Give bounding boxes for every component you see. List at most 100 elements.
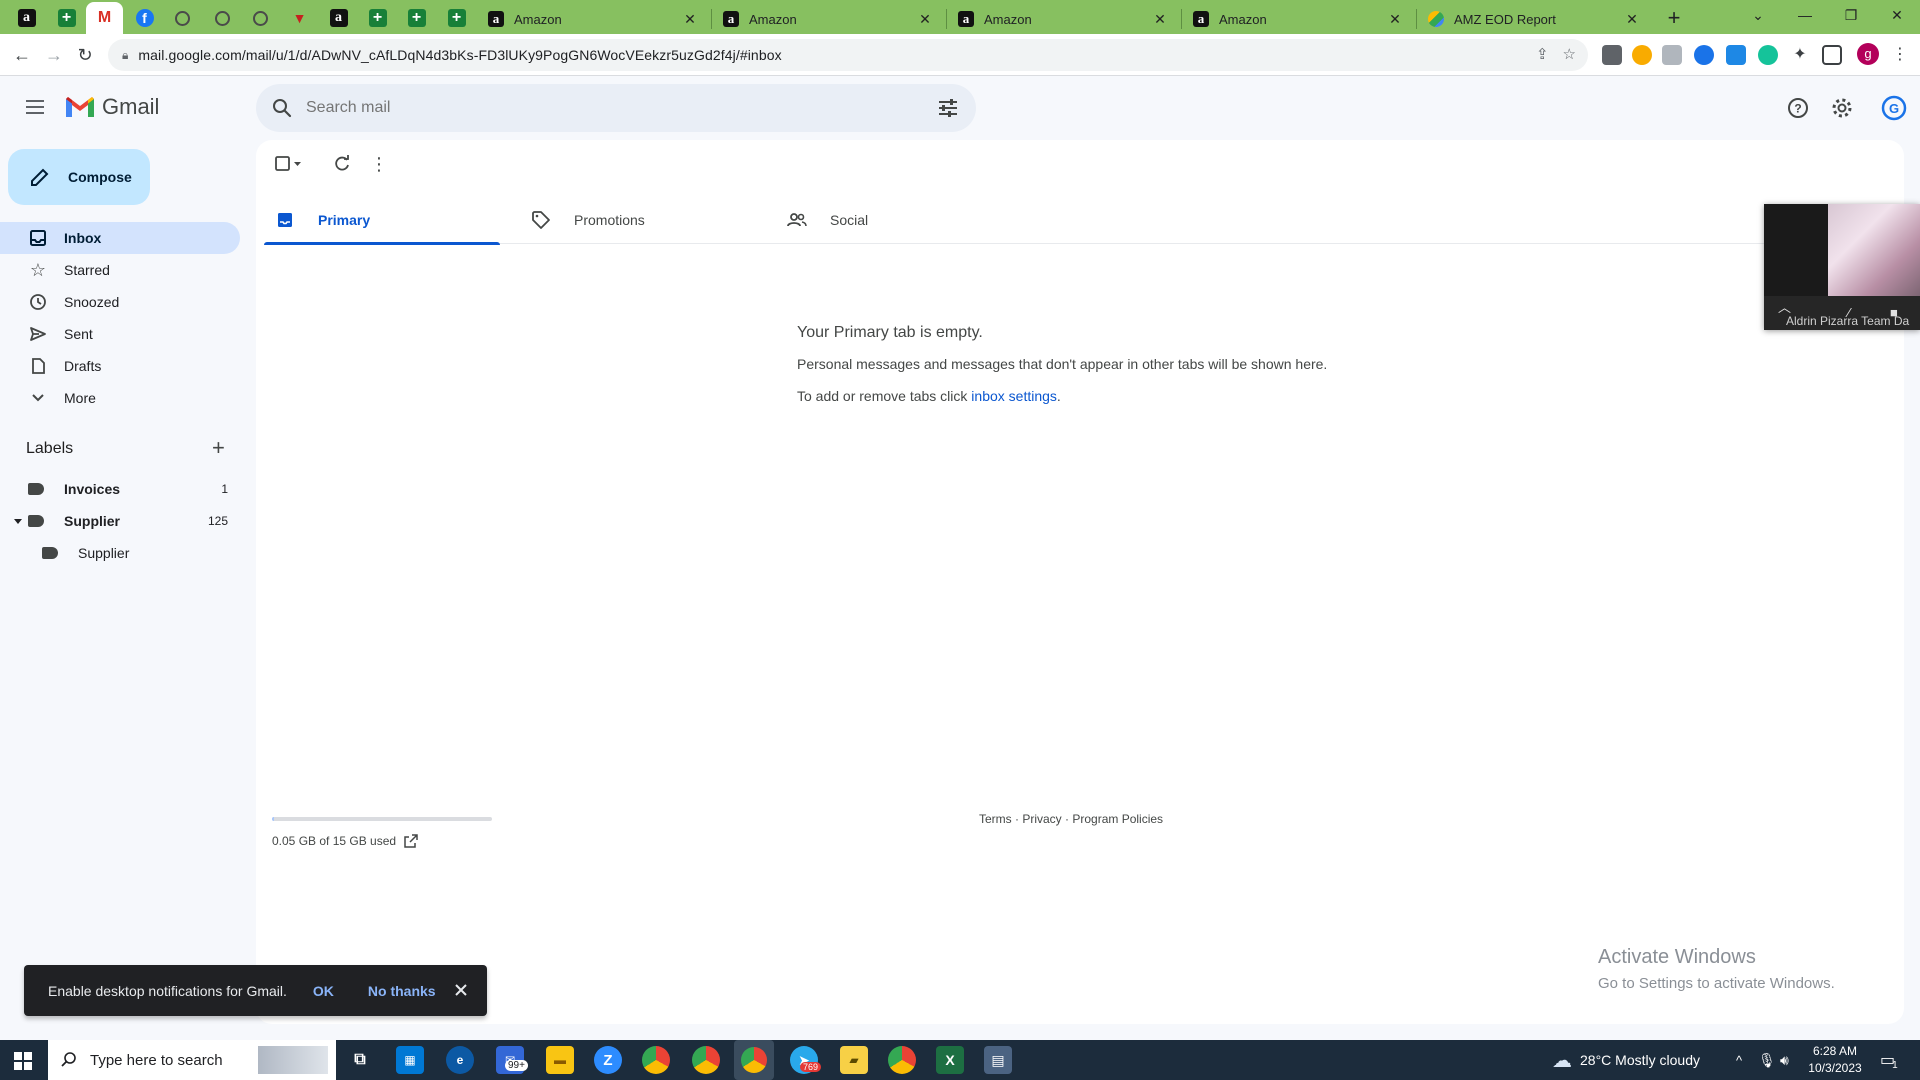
extensions-puzzle-icon[interactable]: ✦ bbox=[1790, 45, 1810, 65]
edge-app-icon[interactable]: e bbox=[446, 1046, 474, 1074]
tab-promotions[interactable]: Promotions bbox=[520, 196, 756, 244]
compose-button[interactable]: Compose bbox=[8, 149, 150, 205]
microphone-icon[interactable]: 🎙︎ bbox=[1758, 1040, 1776, 1080]
pinned-tab-amazon-2[interactable]: a bbox=[320, 2, 357, 34]
tab-social[interactable]: Social bbox=[776, 196, 1012, 244]
chrome-app-icon[interactable] bbox=[888, 1046, 916, 1074]
main-menu-button[interactable] bbox=[20, 92, 50, 122]
system-clock[interactable]: 6:28 AM 10/3/2023 bbox=[1800, 1043, 1870, 1077]
more-options-button[interactable]: ⋮ bbox=[370, 152, 388, 176]
snackbar-ok-button[interactable]: OK bbox=[313, 983, 334, 999]
taskbar-search[interactable]: Type here to search bbox=[48, 1040, 336, 1080]
notification-center-button[interactable]: ▭ 1 bbox=[1880, 1040, 1898, 1080]
tab-search-button[interactable]: ⌄ bbox=[1735, 0, 1781, 30]
reload-button[interactable]: ↻ bbox=[71, 41, 99, 69]
nav-item-inbox[interactable]: Inbox bbox=[0, 222, 240, 254]
store-app-icon[interactable]: ▦ bbox=[396, 1046, 424, 1074]
label-item-supplier-sub[interactable]: Supplier bbox=[0, 537, 240, 569]
close-icon[interactable]: ✕ bbox=[682, 11, 698, 27]
account-avatar-icon[interactable]: G bbox=[1880, 94, 1908, 122]
pinned-tab-gmail[interactable]: M bbox=[86, 2, 123, 34]
browser-tab[interactable]: a Amazon ✕ bbox=[1183, 4, 1415, 34]
browser-tab[interactable]: AMZ EOD Report ✕ bbox=[1418, 4, 1652, 34]
lock-icon[interactable]: 🔒︎ bbox=[122, 48, 128, 63]
refresh-button[interactable] bbox=[332, 152, 352, 176]
pinned-tab-facebook[interactable]: f bbox=[126, 2, 163, 34]
privacy-link[interactable]: Privacy bbox=[1022, 812, 1061, 826]
nav-item-sent[interactable]: Sent bbox=[0, 318, 240, 350]
browser-tab[interactable]: a Amazon ✕ bbox=[948, 4, 1180, 34]
task-view-icon[interactable]: ⧉ bbox=[346, 1046, 374, 1074]
excel-app-icon[interactable]: X bbox=[936, 1046, 964, 1074]
share-icon[interactable]: ⇪ bbox=[1536, 45, 1549, 63]
label-item-invoices[interactable]: Invoices 1 bbox=[0, 473, 240, 505]
program-policies-link[interactable]: Program Policies bbox=[1072, 812, 1163, 826]
weather-widget[interactable]: ☁ 28°C Mostly cloudy bbox=[1552, 1040, 1700, 1080]
bookmark-star-icon[interactable]: ☆ bbox=[1563, 45, 1576, 63]
search-bar[interactable] bbox=[256, 84, 976, 132]
extension-icon[interactable] bbox=[1694, 45, 1714, 65]
inbox-settings-link[interactable]: inbox settings bbox=[971, 388, 1057, 404]
volume-icon[interactable]: 🔊︎ bbox=[1780, 1040, 1789, 1080]
terms-link[interactable]: Terms bbox=[979, 812, 1012, 826]
nav-item-more[interactable]: More bbox=[0, 382, 240, 414]
tab-primary[interactable]: Primary bbox=[264, 196, 500, 245]
add-label-button[interactable]: + bbox=[212, 437, 225, 459]
back-button[interactable]: ← bbox=[8, 41, 36, 69]
chrome-app-icon[interactable] bbox=[642, 1046, 670, 1074]
settings-gear-icon[interactable] bbox=[1830, 96, 1854, 120]
close-icon[interactable]: ✕ bbox=[1624, 11, 1640, 27]
extension-icon[interactable] bbox=[1632, 45, 1652, 65]
search-input[interactable] bbox=[306, 99, 866, 117]
start-button[interactable] bbox=[14, 1052, 32, 1070]
pinned-tab-generic-2[interactable] bbox=[204, 2, 241, 34]
extension-icon[interactable] bbox=[1602, 45, 1622, 65]
pinned-tab-sheets-2[interactable]: + bbox=[359, 2, 396, 34]
help-icon[interactable]: ? bbox=[1786, 96, 1810, 120]
forward-button[interactable]: → bbox=[40, 41, 68, 69]
nav-item-drafts[interactable]: Drafts bbox=[0, 350, 240, 382]
pinned-tab-generic-1[interactable] bbox=[164, 2, 201, 34]
browser-menu-button[interactable]: ⋮ bbox=[1886, 41, 1914, 69]
label-item-supplier[interactable]: Supplier 125 bbox=[0, 505, 240, 537]
video-call-tile[interactable]: ︿ ⁄ ■ Aldrin Pizarra Team Da bbox=[1764, 204, 1920, 330]
chrome-app-icon[interactable] bbox=[692, 1046, 720, 1074]
select-all-checkbox[interactable] bbox=[274, 152, 304, 176]
calculator-app-icon[interactable]: ▤ bbox=[984, 1046, 1012, 1074]
browser-tab[interactable]: a Amazon ✕ bbox=[478, 4, 710, 34]
close-icon[interactable]: ✕ bbox=[1387, 11, 1403, 27]
browser-tab[interactable]: a Amazon ✕ bbox=[713, 4, 945, 34]
extension-icon[interactable] bbox=[1662, 45, 1682, 65]
file-explorer-icon[interactable]: ▬ bbox=[546, 1046, 574, 1074]
side-panel-icon[interactable] bbox=[1822, 45, 1842, 65]
sticky-notes-icon[interactable]: ▰ bbox=[840, 1046, 868, 1074]
close-window-button[interactable]: ✕ bbox=[1874, 0, 1920, 30]
pinned-tab-generic-3[interactable] bbox=[242, 2, 279, 34]
close-icon[interactable]: ✕ bbox=[917, 11, 933, 27]
pinned-tab-sheets-4[interactable]: + bbox=[438, 2, 475, 34]
snackbar-no-thanks-button[interactable]: No thanks bbox=[368, 983, 436, 999]
extension-icon[interactable] bbox=[1726, 45, 1746, 65]
profile-avatar[interactable]: g bbox=[1857, 43, 1879, 65]
gmail-logo[interactable]: Gmail bbox=[64, 94, 159, 120]
address-bar[interactable]: 🔒︎ mail.google.com/mail/u/1/d/ADwNV_cAfL… bbox=[108, 39, 1588, 71]
pinned-tab-sheets-3[interactable]: + bbox=[398, 2, 435, 34]
pinned-tab-red[interactable]: ▼ bbox=[281, 2, 318, 34]
minimize-button[interactable]: — bbox=[1782, 0, 1828, 30]
chrome-app-active[interactable] bbox=[734, 1040, 774, 1080]
close-icon[interactable] bbox=[451, 980, 471, 1000]
expand-caret-icon[interactable] bbox=[14, 519, 22, 524]
search-options-icon[interactable] bbox=[936, 96, 960, 120]
close-icon[interactable]: ✕ bbox=[1152, 11, 1168, 27]
external-link-icon[interactable] bbox=[404, 834, 418, 848]
tray-overflow-icon[interactable]: ^ bbox=[1736, 1040, 1742, 1080]
pinned-tab-sheets[interactable]: + bbox=[48, 2, 85, 34]
search-icon[interactable] bbox=[270, 96, 294, 120]
grammarly-icon[interactable] bbox=[1758, 45, 1778, 65]
new-tab-button[interactable]: + bbox=[1660, 4, 1688, 32]
zoom-app-icon[interactable]: Z bbox=[594, 1046, 622, 1074]
restore-button[interactable]: ❐ bbox=[1828, 0, 1874, 30]
pinned-tab-amazon[interactable]: a bbox=[8, 2, 45, 34]
nav-item-snoozed[interactable]: Snoozed bbox=[0, 286, 240, 318]
nav-item-starred[interactable]: ☆ Starred bbox=[0, 254, 240, 286]
